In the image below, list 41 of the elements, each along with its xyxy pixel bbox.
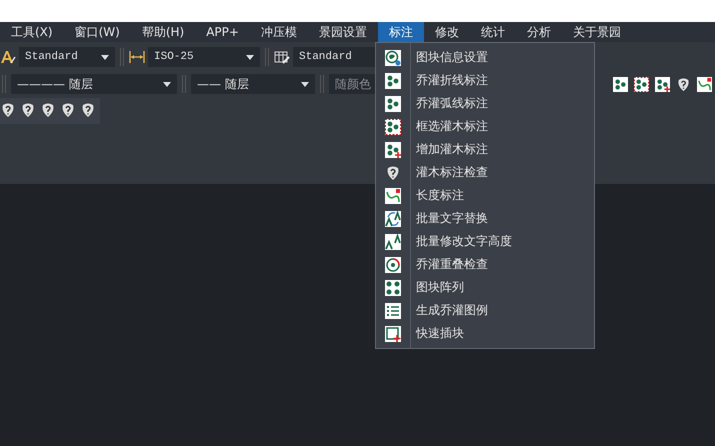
menu-item[interactable]: 帮助(H): [130, 22, 196, 42]
menu-item[interactable]: 修改: [424, 22, 470, 42]
dropdown-item[interactable]: 批量修改文字高度: [376, 230, 594, 253]
menu-item[interactable]: 冲压模: [250, 22, 308, 42]
text-style-dropdown[interactable]: Standard: [19, 47, 115, 67]
dimension-style-icon[interactable]: [129, 49, 145, 65]
menu-item[interactable]: 景园设置: [308, 22, 378, 42]
menu-item[interactable]: APP+: [195, 22, 250, 42]
question-icon[interactable]: [40, 102, 56, 118]
linetype-dropdown[interactable]: ———— 随层: [11, 74, 177, 94]
menu-item[interactable]: 分析: [516, 22, 562, 42]
question-icon[interactable]: [20, 102, 36, 118]
menu-item[interactable]: 关于景园: [562, 22, 632, 42]
curve-icon: [385, 188, 401, 204]
dropdown-item[interactable]: 图块阵列: [376, 276, 594, 299]
globe-icon: [385, 50, 401, 66]
dropdown-item[interactable]: 增加灌木标注: [376, 138, 594, 161]
dropdown-item[interactable]: 长度标注: [376, 184, 594, 207]
menu-item[interactable]: 工具(X): [0, 22, 64, 42]
menu-item[interactable]: 标注: [378, 22, 424, 42]
lineweight-dropdown[interactable]: —— 随层: [191, 74, 315, 94]
dropdown-item[interactable]: 框选灌木标注: [376, 115, 594, 138]
dropdown-item[interactable]: 生成乔灌图例: [376, 299, 594, 322]
dropdown-item[interactable]: 批量文字替换: [376, 207, 594, 230]
text-style-icon[interactable]: [0, 49, 16, 65]
dimension-style-dropdown[interactable]: ISO-25: [148, 47, 260, 67]
table-style-icon[interactable]: [274, 49, 290, 65]
list-icon: [385, 302, 401, 318]
question-icon: [385, 164, 401, 180]
menu-item[interactable]: 窗口(W): [64, 22, 131, 42]
question-icon[interactable]: [80, 102, 96, 118]
dropdown-item[interactable]: 乔灌重叠检查: [376, 253, 594, 276]
insert-icon: [385, 326, 401, 342]
dropdown-item[interactable]: 乔灌弧线标注: [376, 92, 594, 115]
question-icon[interactable]: [60, 102, 76, 118]
question-icon[interactable]: [0, 102, 16, 118]
question-icon[interactable]: [676, 76, 691, 92]
dropdown-item[interactable]: 灌木标注检查: [376, 161, 594, 184]
dropdown-item[interactable]: 快速插块: [376, 322, 594, 345]
menu-item[interactable]: 统计: [470, 22, 516, 42]
curve-icon[interactable]: [697, 76, 712, 92]
